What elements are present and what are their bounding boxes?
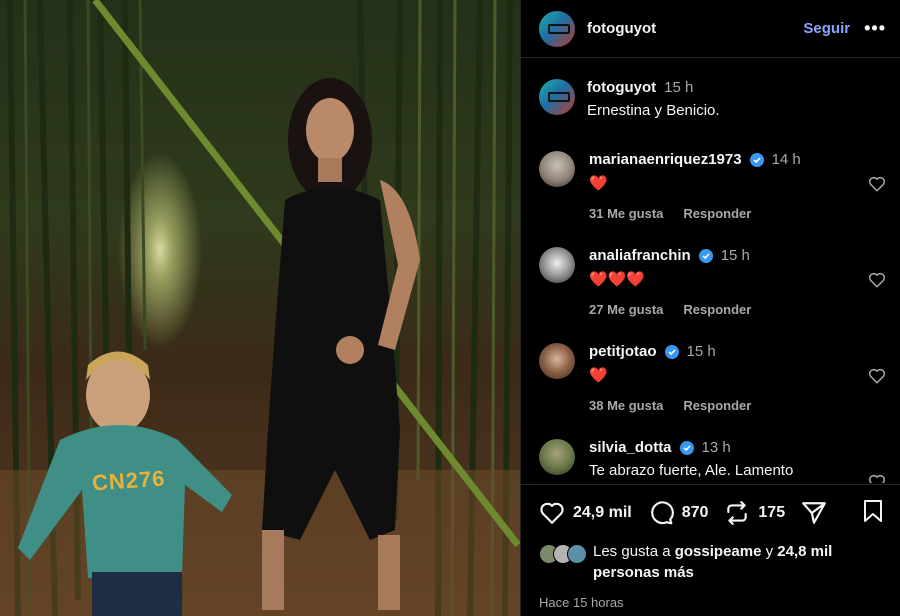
- comment-username[interactable]: marianaenriquez1973: [589, 151, 742, 168]
- comment-count: 870: [681, 504, 709, 521]
- verified-badge-icon: [679, 440, 694, 455]
- post-side-panel: fotoguyot Seguir ••• fotoguyot 15 h Erne…: [520, 0, 900, 616]
- post-caption: fotoguyot 15 h Ernestina y Benicio.: [521, 59, 900, 119]
- caption-username[interactable]: fotoguyot: [587, 79, 656, 96]
- action-bar: 24,9 mil 870 175: [539, 485, 884, 541]
- shirt-text: CN276: [91, 465, 167, 496]
- comment-item: petitjotao 15 h ❤️ 38 Me gusta Responder: [521, 343, 900, 413]
- send-icon: [802, 502, 827, 524]
- bookmark-icon: [864, 499, 882, 522]
- like-button[interactable]: 24,9 mil: [539, 500, 632, 526]
- more-options-icon[interactable]: •••: [864, 18, 886, 39]
- comment-username[interactable]: petitjotao: [589, 343, 657, 360]
- commenter-avatar[interactable]: [539, 151, 575, 187]
- like-comment-heart-icon[interactable]: [868, 367, 886, 385]
- comment-time[interactable]: 15 h: [721, 247, 750, 264]
- verified-badge-icon: [698, 248, 713, 263]
- comment-text: ❤️: [589, 367, 608, 384]
- reply-button[interactable]: Responder: [683, 206, 751, 221]
- repost-icon: [727, 501, 748, 525]
- liked-by[interactable]: Les gusta a gossipeame y 24,8 mil person…: [539, 541, 884, 583]
- author-username[interactable]: fotoguyot: [587, 20, 803, 37]
- comment-username[interactable]: analiafranchin: [589, 247, 691, 264]
- follow-button[interactable]: Seguir: [803, 20, 850, 37]
- comment-like-count[interactable]: 38 Me gusta: [589, 398, 663, 413]
- like-comment-heart-icon[interactable]: [868, 271, 886, 289]
- post-header: fotoguyot Seguir •••: [521, 0, 900, 58]
- share-button[interactable]: [801, 500, 827, 526]
- comment-time[interactable]: 13 h: [702, 439, 731, 456]
- commenter-avatar[interactable]: [539, 247, 575, 283]
- caption-avatar[interactable]: [539, 79, 575, 115]
- verified-badge-icon: [749, 152, 764, 167]
- comment-bubble-icon: [650, 501, 674, 525]
- comment-like-count[interactable]: 27 Me gusta: [589, 302, 663, 317]
- comment-item: marianaenriquez1973 14 h ❤️ 31 Me gusta …: [521, 151, 900, 221]
- caption-time[interactable]: 15 h: [664, 79, 693, 96]
- comment-item: silvia_dotta 13 h Te abrazo fuerte, Ale.…: [521, 439, 900, 483]
- verified-badge-icon: [664, 344, 679, 359]
- commenter-avatar[interactable]: [539, 439, 575, 475]
- like-count: 24,9 mil: [573, 504, 632, 521]
- comment-time[interactable]: 14 h: [772, 151, 801, 168]
- heart-icon: [540, 502, 564, 524]
- like-comment-heart-icon[interactable]: [868, 473, 886, 483]
- comment-text: Te abrazo fuerte, Ale. Lamento: [589, 462, 794, 479]
- comment-time[interactable]: 15 h: [687, 343, 716, 360]
- comment-username[interactable]: silvia_dotta: [589, 439, 672, 456]
- liked-by-user[interactable]: gossipeame: [675, 543, 762, 560]
- repost-count: 175: [758, 504, 786, 521]
- post-footer: 24,9 mil 870 175 Les gusta a gossipeame …: [521, 484, 900, 616]
- liked-by-avatars: [539, 544, 587, 564]
- liked-by-prefix: Les gusta a: [593, 543, 671, 560]
- comment-text: ❤️❤️❤️: [589, 271, 646, 288]
- comment-like-count[interactable]: 31 Me gusta: [589, 206, 663, 221]
- save-button[interactable]: [862, 499, 884, 528]
- reply-button[interactable]: Responder: [683, 302, 751, 317]
- like-comment-heart-icon[interactable]: [868, 175, 886, 193]
- post-view: CN276 fotoguyot Seguir ••• fotoguyot 15 …: [0, 0, 900, 616]
- comment-text: ❤️: [589, 175, 608, 192]
- commenter-avatar[interactable]: [539, 343, 575, 379]
- reply-button[interactable]: Responder: [683, 398, 751, 413]
- comment-item: analiafranchin 15 h ❤️❤️❤️ 27 Me gusta R…: [521, 247, 900, 317]
- comments-list[interactable]: fotoguyot 15 h Ernestina y Benicio. mari…: [521, 59, 900, 483]
- post-time-ago[interactable]: Hace 15 horas: [539, 595, 884, 610]
- liked-by-connector: y: [765, 543, 774, 560]
- photo-illustration: [0, 0, 520, 616]
- caption-text: Ernestina y Benicio.: [587, 102, 720, 119]
- comment-button[interactable]: 870: [648, 500, 709, 526]
- repost-button[interactable]: 175: [724, 500, 785, 526]
- post-photo[interactable]: CN276: [0, 0, 520, 616]
- author-avatar[interactable]: [539, 10, 575, 47]
